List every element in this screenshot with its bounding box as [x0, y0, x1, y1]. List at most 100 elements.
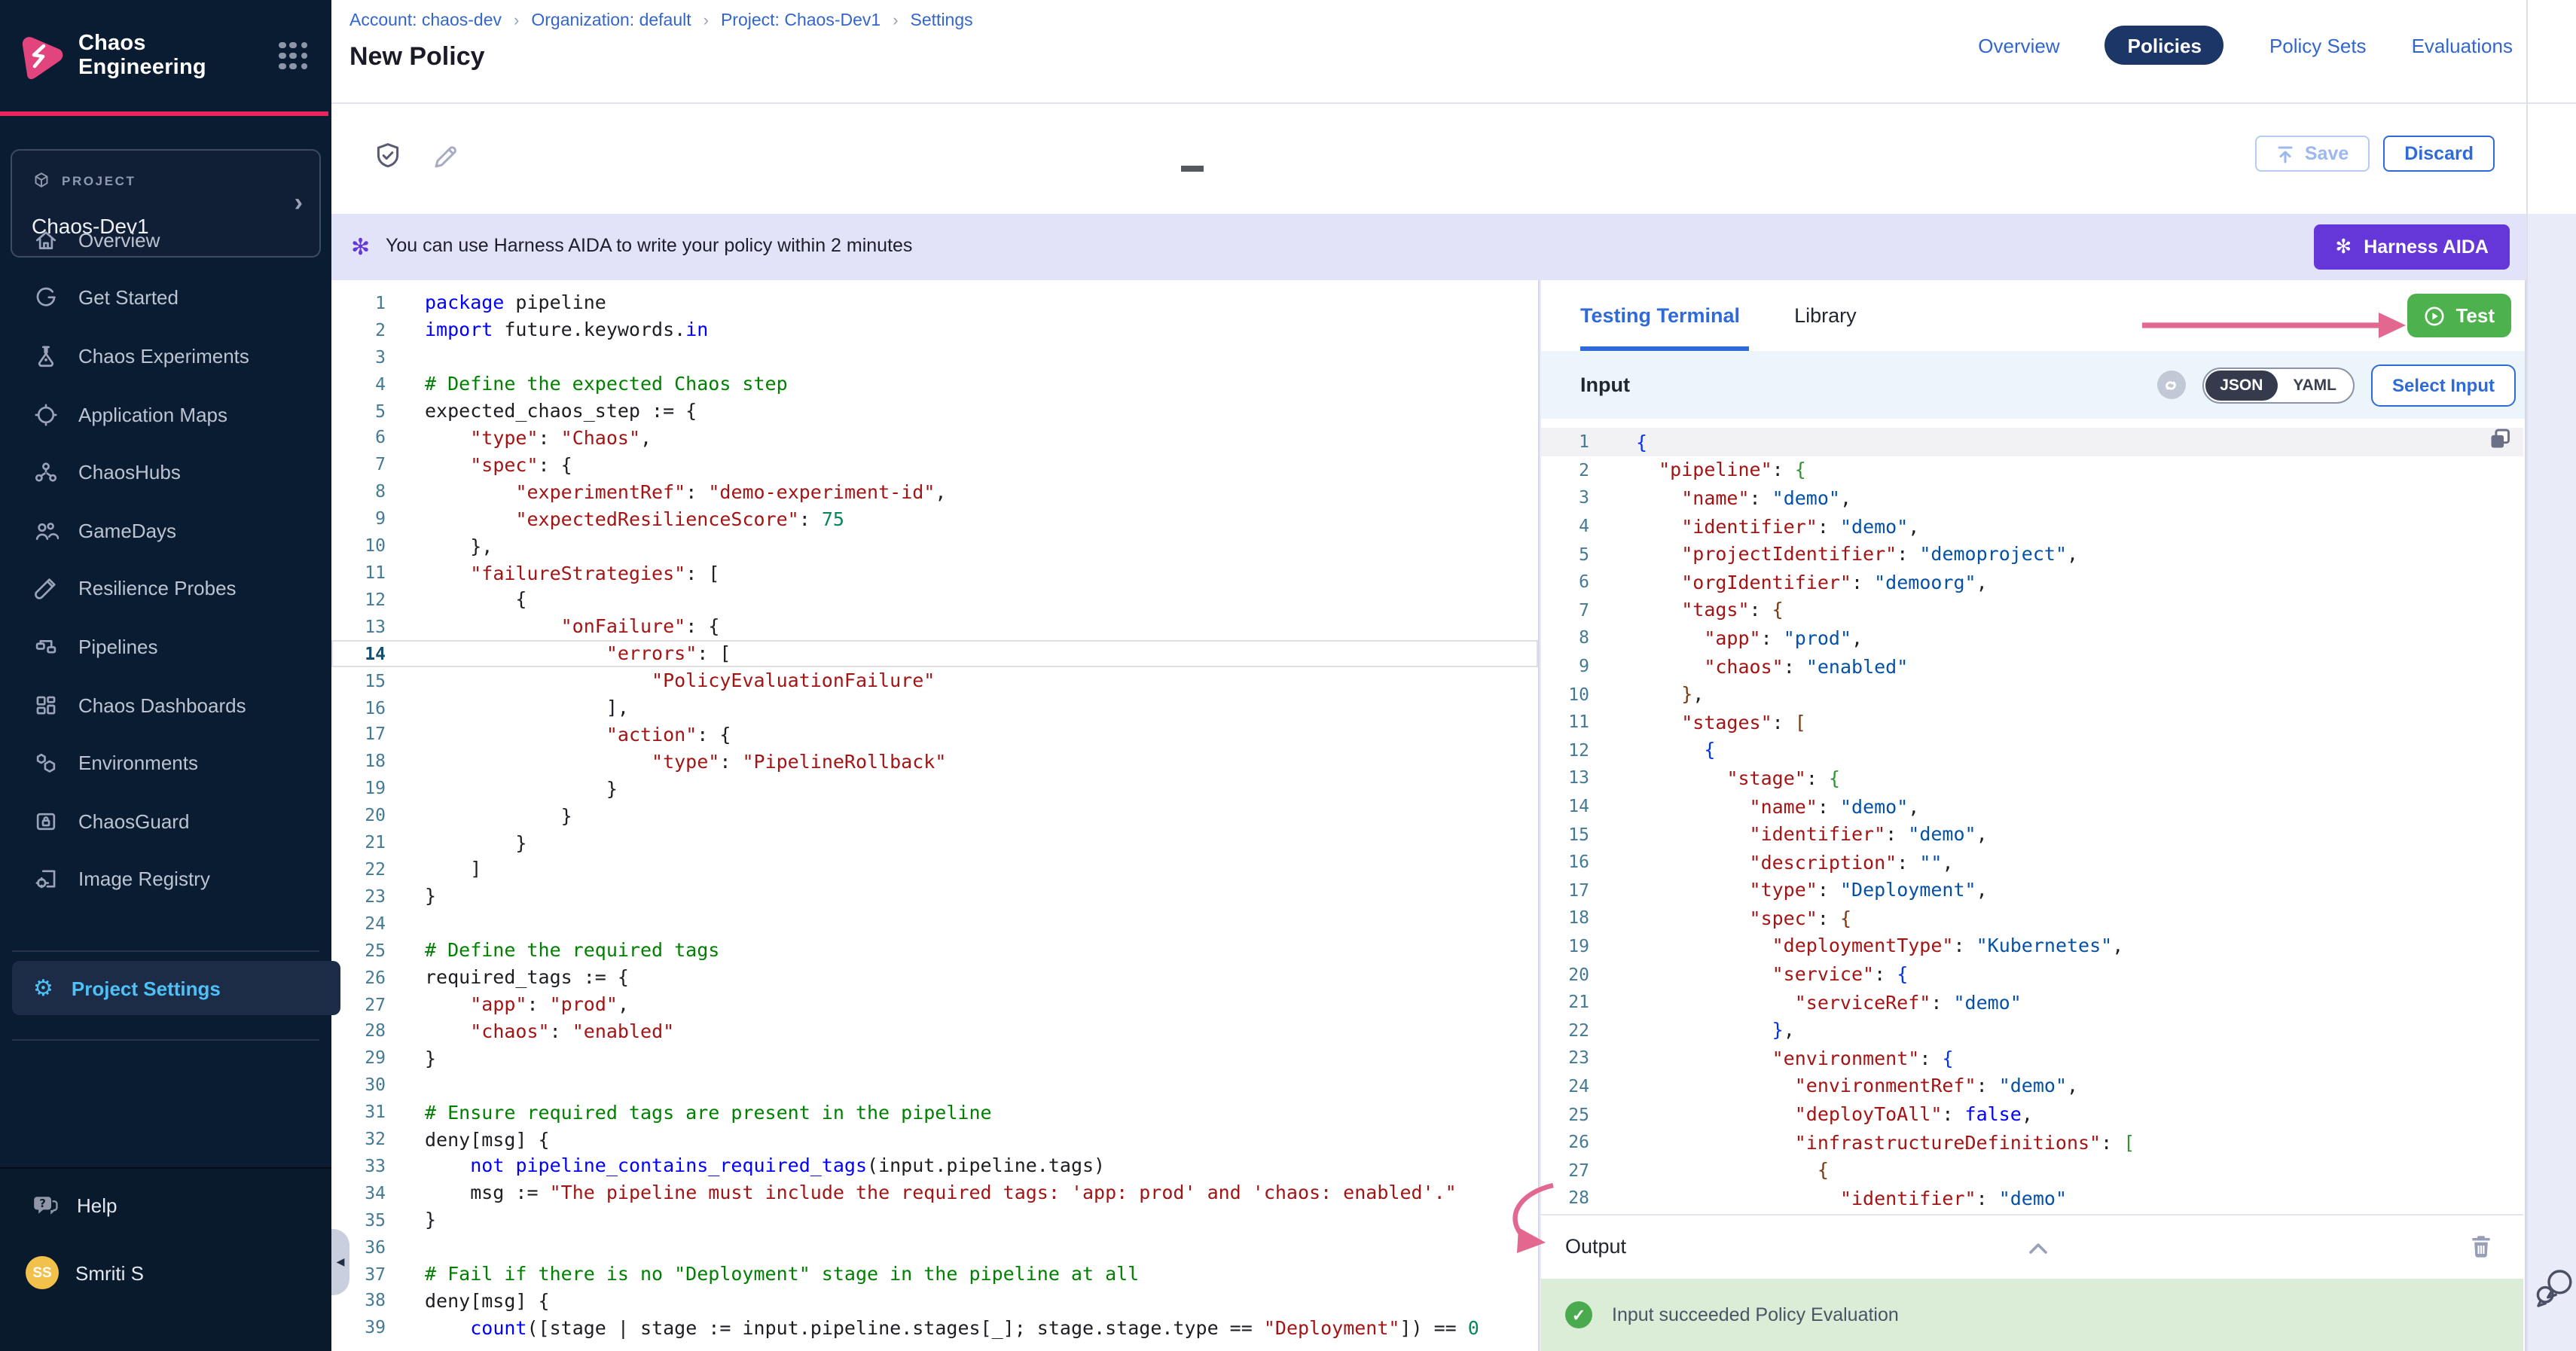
- code-line[interactable]: 1{: [1541, 428, 2523, 456]
- breadcrumb-item-3[interactable]: Settings: [911, 12, 973, 30]
- code-line[interactable]: 2import future.keywords.in: [331, 316, 1538, 343]
- code-line[interactable]: 12 {: [1541, 736, 2523, 764]
- tab-overview[interactable]: Overview: [1978, 34, 2059, 56]
- code-line[interactable]: 16 "description": "",: [1541, 848, 2523, 876]
- code-line[interactable]: 20 }: [331, 801, 1538, 828]
- code-line[interactable]: 17 "type": "Deployment",: [1541, 876, 2523, 904]
- sidebar-item-chaos-dashboards[interactable]: Chaos Dashboards: [0, 676, 331, 734]
- code-line[interactable]: 6 "type": "Chaos",: [331, 424, 1538, 451]
- code-line[interactable]: 13 "stage": {: [1541, 764, 2523, 791]
- sidebar-item-environments[interactable]: Environments: [0, 734, 331, 792]
- chevron-up-icon[interactable]: [2026, 1238, 2050, 1258]
- sidebar-collapse-handle[interactable]: ◀: [331, 1229, 349, 1295]
- format-yaml[interactable]: YAML: [2278, 376, 2352, 394]
- code-line[interactable]: 19 }: [331, 775, 1538, 802]
- code-line[interactable]: 11 "failureStrategies": [: [331, 559, 1538, 586]
- code-line[interactable]: 4 "identifier": "demo",: [1541, 512, 2523, 540]
- tab-library[interactable]: Library: [1794, 304, 1857, 327]
- code-line[interactable]: 26 "infrastructureDefinitions": [: [1541, 1128, 2523, 1156]
- code-line[interactable]: 27 {: [1541, 1156, 2523, 1184]
- code-line[interactable]: 17 "action": {: [331, 721, 1538, 748]
- edit-pencil-icon[interactable]: [431, 142, 459, 172]
- code-line[interactable]: 7 "spec": {: [331, 451, 1538, 478]
- code-line[interactable]: 25# Define the required tags: [331, 937, 1538, 964]
- code-line[interactable]: 34 msg := "The pipeline must include the…: [331, 1179, 1538, 1206]
- user-menu[interactable]: SS Smriti S: [26, 1256, 144, 1289]
- sidebar-item-resilience-probes[interactable]: Resilience Probes: [0, 560, 331, 618]
- sidebar-item-overview[interactable]: Overview: [0, 211, 331, 269]
- trash-icon[interactable]: [2469, 1234, 2493, 1261]
- tab-policy-sets[interactable]: Policy Sets: [2269, 34, 2367, 56]
- shield-check-icon[interactable]: [374, 142, 402, 172]
- code-line[interactable]: 36: [331, 1233, 1538, 1260]
- tab-testing-terminal[interactable]: Testing Terminal: [1580, 304, 1740, 327]
- code-line[interactable]: 9 "chaos": "enabled": [1541, 652, 2523, 680]
- code-line[interactable]: 21 }: [331, 828, 1538, 855]
- format-json[interactable]: JSON: [2205, 370, 2278, 400]
- code-line[interactable]: 12 {: [331, 586, 1538, 613]
- code-line[interactable]: 14 "name": "demo",: [1541, 791, 2523, 819]
- sidebar-item-pipelines[interactable]: Pipelines: [0, 618, 331, 676]
- code-line[interactable]: 27 "app": "prod",: [331, 990, 1538, 1017]
- code-line[interactable]: 15 "identifier": "demo",: [1541, 820, 2523, 848]
- input-json-editor[interactable]: 1{2 "pipeline": {3 "name": "demo",4 "ide…: [1541, 419, 2523, 1223]
- code-line[interactable]: 33 not pipeline_contains_required_tags(i…: [331, 1152, 1538, 1179]
- sidebar-item-chaoshubs[interactable]: ChaosHubs: [0, 444, 331, 502]
- tab-evaluations[interactable]: Evaluations: [2412, 34, 2513, 56]
- code-line[interactable]: 28 "chaos": "enabled": [331, 1017, 1538, 1045]
- code-line[interactable]: 10 },: [331, 532, 1538, 559]
- code-line[interactable]: 30: [331, 1072, 1538, 1099]
- input-info-icon[interactable]: [2156, 371, 2185, 399]
- code-line[interactable]: 5 "projectIdentifier": "demoproject",: [1541, 540, 2523, 568]
- sidebar-item-chaos-experiments[interactable]: Chaos Experiments: [0, 327, 331, 385]
- support-chat-icon[interactable]: [2534, 1267, 2574, 1307]
- code-line[interactable]: 31# Ensure required tags are present in …: [331, 1098, 1538, 1125]
- code-line[interactable]: 23}: [331, 883, 1538, 910]
- code-line[interactable]: 26required_tags := {: [331, 963, 1538, 990]
- code-line[interactable]: 3: [331, 343, 1538, 371]
- test-button[interactable]: Test: [2407, 294, 2511, 337]
- sidebar-item-chaosguard[interactable]: ChaosGuard: [0, 792, 331, 850]
- code-line[interactable]: 19 "deploymentType": "Kubernetes",: [1541, 932, 2523, 959]
- harness-aida-button[interactable]: ✻ Harness AIDA: [2314, 224, 2510, 270]
- policy-code-editor[interactable]: 1package pipeline2import future.keywords…: [331, 280, 1540, 1351]
- code-line[interactable]: 20 "service": {: [1541, 960, 2523, 988]
- code-line[interactable]: 21 "serviceRef": "demo": [1541, 988, 2523, 1016]
- code-line[interactable]: 14 "errors": [: [331, 640, 1538, 667]
- code-line[interactable]: 5expected_chaos_step := {: [331, 397, 1538, 424]
- save-button[interactable]: Save: [2255, 136, 2370, 172]
- code-line[interactable]: 22 },: [1541, 1016, 2523, 1044]
- code-line[interactable]: 39 count([stage | stage := input.pipelin…: [331, 1314, 1538, 1341]
- code-line[interactable]: 13 "onFailure": {: [331, 613, 1538, 640]
- code-line[interactable]: 15 "PolicyEvaluationFailure": [331, 666, 1538, 694]
- harness-chaos-logo-icon[interactable]: [15, 31, 65, 81]
- code-line[interactable]: 16 ],: [331, 694, 1538, 721]
- code-line[interactable]: 37# Fail if there is no "Deployment" sta…: [331, 1260, 1538, 1287]
- code-line[interactable]: 8 "app": "prod",: [1541, 624, 2523, 651]
- code-line[interactable]: 22 ]: [331, 855, 1538, 883]
- code-line[interactable]: 25 "deployToAll": false,: [1541, 1100, 2523, 1128]
- code-line[interactable]: 10 },: [1541, 680, 2523, 708]
- code-line[interactable]: 2 "pipeline": {: [1541, 456, 2523, 483]
- code-line[interactable]: 6 "orgIdentifier": "demoorg",: [1541, 568, 2523, 596]
- code-line[interactable]: 32deny[msg] {: [331, 1125, 1538, 1152]
- code-line[interactable]: 3 "name": "demo",: [1541, 483, 2523, 511]
- app-switcher-icon[interactable]: [279, 42, 307, 69]
- sidebar-item-project-settings[interactable]: ⚙ Project Settings: [12, 961, 340, 1015]
- code-line[interactable]: 8 "experimentRef": "demo-experiment-id",: [331, 478, 1538, 505]
- sidebar-item-gamedays[interactable]: GameDays: [0, 502, 331, 560]
- code-line[interactable]: 11 "stages": [: [1541, 708, 2523, 736]
- code-line[interactable]: 4# Define the expected Chaos step: [331, 370, 1538, 397]
- code-line[interactable]: 29}: [331, 1045, 1538, 1072]
- code-line[interactable]: 7 "tags": {: [1541, 596, 2523, 624]
- code-line[interactable]: 1package pipeline: [331, 289, 1538, 316]
- code-line[interactable]: 24 "environmentRef": "demo",: [1541, 1072, 2523, 1099]
- sidebar-item-image-registry[interactable]: Image Registry: [0, 850, 331, 908]
- code-line[interactable]: 35}: [331, 1206, 1538, 1234]
- code-line[interactable]: 18 "spec": {: [1541, 904, 2523, 932]
- code-line[interactable]: 23 "environment": {: [1541, 1044, 2523, 1072]
- format-toggle[interactable]: JSON YAML: [2202, 367, 2355, 403]
- sidebar-item-application-maps[interactable]: Application Maps: [0, 386, 331, 444]
- code-line[interactable]: 9 "expectedResilienceScore": 75: [331, 505, 1538, 532]
- code-line[interactable]: 38deny[msg] {: [331, 1287, 1538, 1314]
